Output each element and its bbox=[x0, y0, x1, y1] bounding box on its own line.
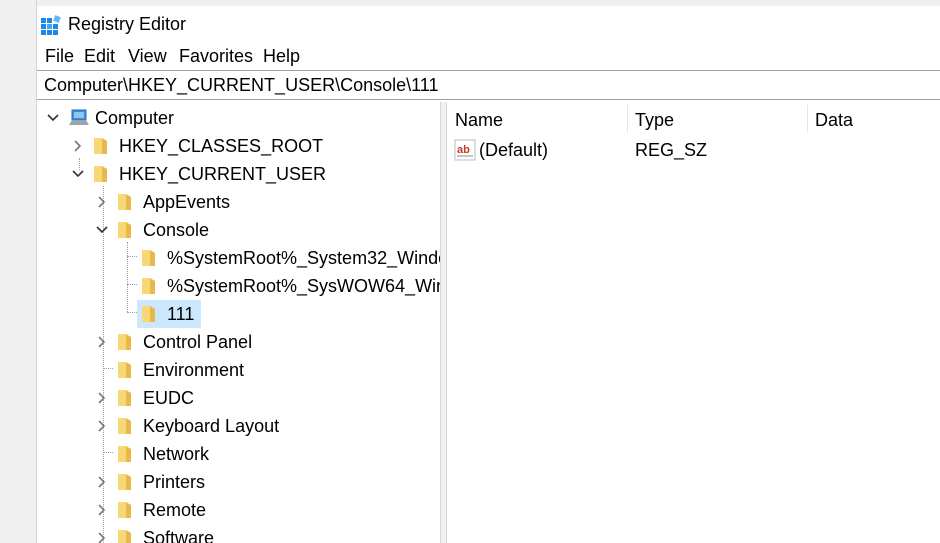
tree-node-hkey-current-user[interactable]: HKEY_CURRENT_USER bbox=[37, 160, 440, 188]
chevron-right-icon[interactable] bbox=[95, 503, 109, 517]
tree-node-label: Console bbox=[143, 220, 210, 240]
values-list[interactable]: Name Type Data ab (Default) REG_SZ bbox=[447, 102, 940, 543]
tree-node-111[interactable]: 111 bbox=[37, 300, 440, 328]
address-input[interactable] bbox=[44, 71, 924, 99]
tree-node-label: Computer bbox=[95, 108, 175, 128]
tree-node-label: %SystemRoot%_System32_WindowsPowerShell bbox=[167, 248, 440, 268]
chevron-right-icon[interactable] bbox=[71, 139, 85, 153]
tree-node-console[interactable]: Console bbox=[37, 216, 440, 244]
pane-splitter[interactable] bbox=[440, 102, 447, 543]
folder-icon bbox=[118, 362, 131, 378]
chevron-right-icon[interactable] bbox=[95, 419, 109, 433]
folder-icon bbox=[94, 138, 107, 154]
folder-icon bbox=[118, 390, 131, 406]
folder-icon bbox=[142, 278, 155, 294]
tree-node-label: Control Panel bbox=[143, 332, 253, 352]
tree-node-label: 111 bbox=[167, 304, 195, 324]
registry-editor-icon bbox=[41, 15, 61, 35]
tree-node-label: EUDC bbox=[143, 388, 195, 408]
chevron-down-icon[interactable] bbox=[71, 167, 85, 181]
tree-node-label: HKEY_CLASSES_ROOT bbox=[119, 136, 324, 156]
folder-icon bbox=[118, 530, 131, 543]
value-row[interactable]: ab (Default) REG_SZ bbox=[447, 136, 940, 164]
menu-file[interactable]: File bbox=[45, 43, 74, 69]
folder-icon bbox=[118, 418, 131, 434]
menu-favorites[interactable]: Favorites bbox=[179, 43, 253, 69]
folder-icon bbox=[118, 334, 131, 350]
tree-node-label: AppEvents bbox=[143, 192, 231, 212]
folder-icon bbox=[118, 502, 131, 518]
chevron-right-icon[interactable] bbox=[95, 531, 109, 543]
tree-node-computer[interactable]: Computer bbox=[37, 104, 440, 132]
folder-icon bbox=[142, 250, 155, 266]
tree-node-remote[interactable]: Remote bbox=[37, 496, 440, 524]
chevron-down-icon[interactable] bbox=[46, 111, 60, 125]
tree-node-system32-powershell[interactable]: %SystemRoot%_System32_WindowsPowerShell bbox=[37, 244, 440, 272]
menu-edit[interactable]: Edit bbox=[84, 43, 115, 69]
tree-node-control-panel[interactable]: Control Panel bbox=[37, 328, 440, 356]
tree-node-environment[interactable]: Environment bbox=[37, 356, 440, 384]
value-name: (Default) bbox=[479, 140, 549, 160]
column-header-data[interactable]: Data bbox=[807, 105, 940, 135]
tree-node-appevents[interactable]: AppEvents bbox=[37, 188, 440, 216]
folder-icon bbox=[142, 306, 155, 322]
window-title: Registry Editor bbox=[68, 14, 187, 34]
value-type: REG_SZ bbox=[635, 140, 708, 160]
folder-icon bbox=[118, 474, 131, 490]
tree-node-keyboard-layout[interactable]: Keyboard Layout bbox=[37, 412, 440, 440]
folder-icon bbox=[118, 222, 131, 238]
tree-node-label: %SystemRoot%_SysWOW64_WindowsPowerShell bbox=[167, 276, 440, 296]
column-header-name[interactable]: Name bbox=[447, 105, 627, 135]
tree-node-syswow64-powershell[interactable]: %SystemRoot%_SysWOW64_WindowsPowerShell bbox=[37, 272, 440, 300]
chevron-right-icon[interactable] bbox=[95, 475, 109, 489]
tree-node-label: Environment bbox=[143, 360, 245, 380]
tree-node-software[interactable]: Software bbox=[37, 524, 440, 543]
tree-node-label: Printers bbox=[143, 472, 206, 492]
chevron-down-icon[interactable] bbox=[95, 223, 109, 237]
left-edge-strip bbox=[0, 0, 36, 543]
tree-node-network[interactable]: Network bbox=[37, 440, 440, 468]
string-value-icon: ab bbox=[454, 139, 476, 161]
menu-bar: File Edit View Favorites Help bbox=[37, 43, 940, 69]
column-header-type[interactable]: Type bbox=[627, 105, 807, 135]
chevron-right-icon[interactable] bbox=[95, 195, 109, 209]
tree-node-hkey-classes-root[interactable]: HKEY_CLASSES_ROOT bbox=[37, 132, 440, 160]
folder-icon bbox=[118, 446, 131, 462]
tree-node-label: HKEY_CURRENT_USER bbox=[119, 164, 327, 184]
tree-node-printers[interactable]: Printers bbox=[37, 468, 440, 496]
chevron-right-icon[interactable] bbox=[95, 335, 109, 349]
folder-icon bbox=[118, 194, 131, 210]
menu-help[interactable]: Help bbox=[263, 43, 300, 69]
folder-icon bbox=[94, 166, 107, 182]
tree-node-label: Remote bbox=[143, 500, 207, 520]
computer-icon bbox=[69, 109, 89, 125]
tree-node-label: Keyboard Layout bbox=[143, 416, 280, 436]
tree-node-label: Software bbox=[143, 528, 215, 543]
key-tree[interactable]: Computer HKEY_CLASSES_ROOT HKEY_CURRENT_… bbox=[37, 102, 440, 543]
tree-node-label: Network bbox=[143, 444, 210, 464]
tree-node-eudc[interactable]: EUDC bbox=[37, 384, 440, 412]
chevron-right-icon[interactable] bbox=[95, 391, 109, 405]
address-bar bbox=[37, 70, 940, 100]
svg-text:ab: ab bbox=[457, 144, 470, 156]
menu-view[interactable]: View bbox=[128, 43, 167, 69]
title-bar[interactable]: Registry Editor bbox=[37, 6, 940, 40]
